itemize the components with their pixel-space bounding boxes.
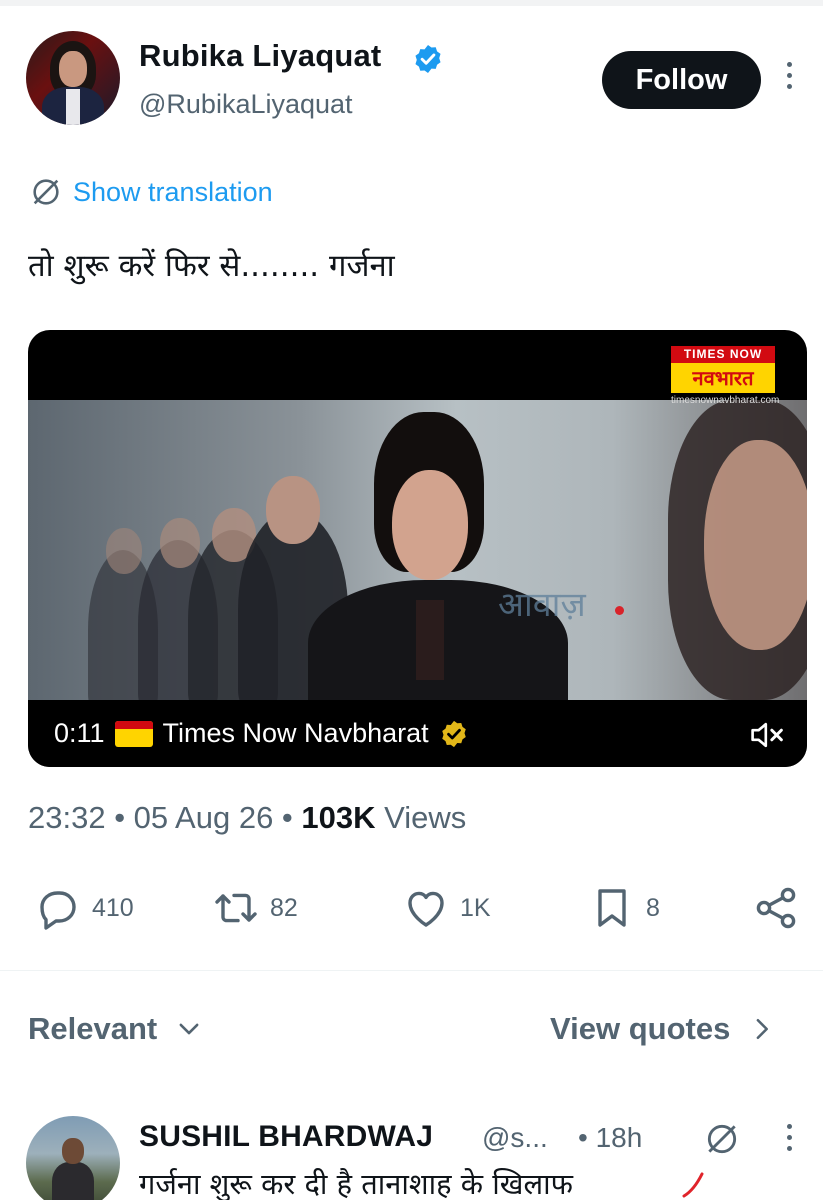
source-logo-icon [114,720,153,747]
show-translation-label: Show translation [73,176,273,207]
reply-more-options-icon[interactable] [781,1124,797,1156]
repost-icon [215,893,257,923]
video-overlay-word: आवाज़ [498,585,586,625]
chevron-down-icon [179,1023,199,1035]
translate-icon [33,179,59,205]
reply-button[interactable]: 410 [34,880,134,936]
follow-button[interactable]: Follow [602,51,761,109]
reply-author-handle[interactable]: @s... [482,1122,548,1154]
tweet-meta: 23:32 • 05 Aug 26 • 103K Views [28,800,467,835]
like-count: 1K [460,893,491,922]
author-avatar[interactable] [26,31,120,125]
share-button[interactable] [752,880,800,936]
reply-count: 410 [92,893,134,922]
top-separator [0,0,823,6]
heart-icon [408,891,444,927]
verified-badge-icon [415,45,441,73]
relevant-sort-dropdown[interactable]: Relevant [28,1011,203,1047]
bookmark-icon [598,889,626,927]
reply-author-name[interactable]: SUSHIL BHARDWAJ [139,1120,433,1154]
repost-button[interactable]: 82 [212,880,298,936]
gold-verified-badge-icon [441,720,466,747]
video-player[interactable]: आवाज़ TIMES NOW नवभारत timesnownavbharat… [28,330,807,767]
channel-logo: TIMES NOW नवभारत timesnownavbharat.com [671,346,780,406]
translate-icon[interactable] [703,1120,741,1158]
tweet-date: 05 Aug 26 [133,800,274,835]
tweet-time: 23:32 [28,800,106,835]
tweet-text: तो शुरू करें फिर से........ गर्जना [28,248,395,284]
show-translation-link[interactable]: Show translation [29,174,273,210]
view-quotes-label: View quotes [550,1011,731,1046]
author-name[interactable]: Rubika Liyaquat [139,38,381,74]
reply-icon [40,891,76,930]
more-options-icon[interactable] [779,62,799,100]
bookmark-button[interactable]: 8 [588,880,660,936]
tweet-actions: 410 82 1K 8 [0,880,823,936]
section-divider [0,970,823,971]
red-check-mark-icon [682,1172,704,1198]
views-count[interactable]: 103K [301,800,375,835]
video-source-name[interactable]: Times Now Navbharat [163,718,429,749]
author-handle[interactable]: @RubikaLiyaquat [139,89,353,120]
video-frame: आवाज़ [28,400,807,700]
reply-text: गर्जना शुरू कर दी है तानाशाह के खिलाफ [139,1167,573,1200]
video-info-bar: 0:11 Times Now Navbharat [28,700,807,767]
reply-avatar[interactable] [26,1116,120,1200]
share-icon [756,887,796,929]
repost-count: 82 [270,893,298,922]
chevron-right-icon [756,1018,769,1040]
relevant-label: Relevant [28,1011,158,1046]
overlay-dot [615,606,624,615]
reply-timestamp[interactable]: • 18h [578,1122,642,1154]
views-label: Views [384,800,467,835]
bookmark-count: 8 [646,893,660,922]
mute-icon[interactable] [749,720,785,750]
view-quotes-link[interactable]: View quotes [550,1011,776,1047]
like-button[interactable]: 1K [402,880,491,936]
video-timestamp: 0:11 [54,718,105,748]
